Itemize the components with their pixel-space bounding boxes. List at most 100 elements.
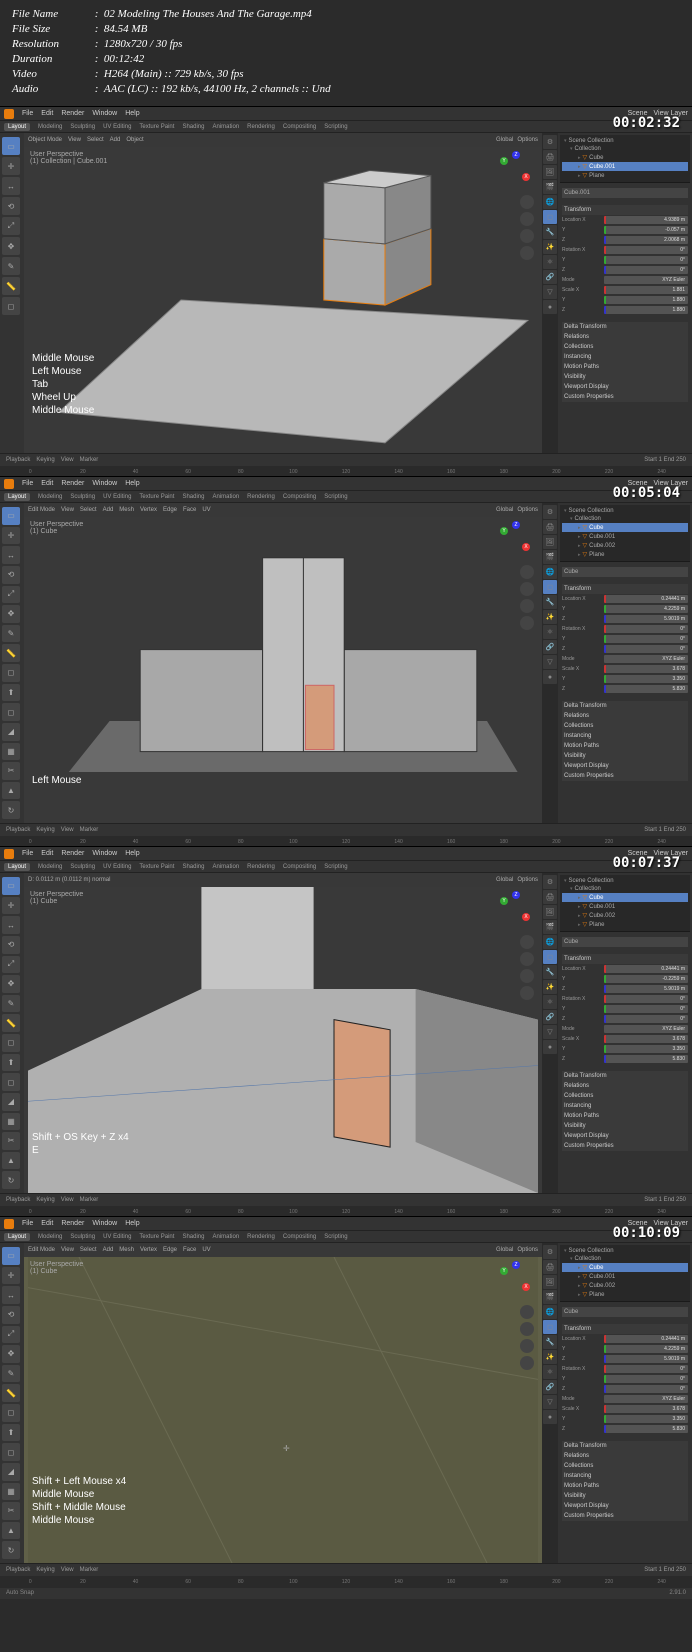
data-tab-icon[interactable]: ▽ bbox=[543, 1025, 557, 1039]
menu-window[interactable]: Window bbox=[92, 110, 117, 117]
workspace-scripting[interactable]: Scripting bbox=[324, 1234, 347, 1240]
workspace-scripting[interactable]: Scripting bbox=[324, 864, 347, 870]
workspace-compositing[interactable]: Compositing bbox=[283, 864, 316, 870]
outliner-item-plane[interactable]: ▸▽Plane bbox=[562, 920, 688, 929]
scale-z-field[interactable]: 1.880 bbox=[604, 306, 688, 314]
section-visibility[interactable]: Visibility bbox=[562, 1121, 688, 1131]
section-custom[interactable]: Custom Properties bbox=[562, 1511, 688, 1521]
vp-uv-menu[interactable]: UV bbox=[202, 507, 210, 513]
viewlayer-tab-icon[interactable]: 🖼 bbox=[543, 1275, 557, 1289]
workspace-uv[interactable]: UV Editing bbox=[103, 494, 131, 500]
scene-tab-icon[interactable]: 🎬 bbox=[543, 550, 557, 564]
object-name-field[interactable]: Cube bbox=[562, 937, 688, 947]
section-relations[interactable]: Relations bbox=[562, 1081, 688, 1091]
workspace-modeling[interactable]: Modeling bbox=[38, 864, 62, 870]
scale-z-field[interactable]: 5.830 bbox=[604, 1425, 688, 1433]
workspace-rendering[interactable]: Rendering bbox=[247, 1234, 275, 1240]
workspace-sculpting[interactable]: Sculpting bbox=[70, 864, 95, 870]
vp-select-menu[interactable]: Select bbox=[80, 507, 97, 513]
section-viewport[interactable]: Viewport Display bbox=[562, 1131, 688, 1141]
tl-keying[interactable]: Keying bbox=[36, 457, 54, 463]
workspace-uv[interactable]: UV Editing bbox=[103, 124, 131, 130]
gizmo-x-icon[interactable]: X bbox=[522, 1283, 530, 1291]
section-instancing[interactable]: Instancing bbox=[562, 1471, 688, 1481]
physics-tab-icon[interactable]: ⚛ bbox=[543, 255, 557, 269]
material-tab-icon[interactable]: ● bbox=[543, 300, 557, 314]
gizmo-x-icon[interactable]: X bbox=[522, 543, 530, 551]
tool-move-icon[interactable]: ↔ bbox=[2, 916, 20, 934]
tool-move-icon[interactable]: ↔ bbox=[2, 546, 20, 564]
object-name-field[interactable]: Cube bbox=[562, 1307, 688, 1317]
loc-y-field[interactable]: -0.2259 m bbox=[604, 975, 688, 983]
output-tab-icon[interactable]: 🖨 bbox=[543, 520, 557, 534]
scale-x-field[interactable]: 3.678 bbox=[604, 1405, 688, 1413]
tl-start-field[interactable]: 1 bbox=[659, 1567, 662, 1573]
modifier-tab-icon[interactable]: 🔧 bbox=[543, 1335, 557, 1349]
rot-z-field[interactable]: 0° bbox=[604, 1385, 688, 1393]
tool-polybuild-icon[interactable]: ▲ bbox=[2, 1522, 20, 1540]
section-delta[interactable]: Delta Transform bbox=[562, 1441, 688, 1451]
section-delta[interactable]: Delta Transform bbox=[562, 1071, 688, 1081]
rot-x-field[interactable]: 0° bbox=[604, 1365, 688, 1373]
options-dropdown[interactable]: Options bbox=[517, 507, 538, 513]
menu-help[interactable]: Help bbox=[125, 480, 139, 487]
nav-gizmo[interactable]: X Y Z bbox=[494, 521, 534, 561]
data-tab-icon[interactable]: ▽ bbox=[543, 1395, 557, 1409]
loc-y-field[interactable]: -0.057 m bbox=[604, 226, 688, 234]
scene-tab-icon[interactable]: 🎬 bbox=[543, 920, 557, 934]
workspace-compositing[interactable]: Compositing bbox=[283, 494, 316, 500]
workspace-layout[interactable]: Layout bbox=[4, 493, 30, 501]
perspective-toggle-icon[interactable] bbox=[520, 246, 534, 260]
vp-select-menu[interactable]: Select bbox=[87, 137, 104, 143]
workspace-modeling[interactable]: Modeling bbox=[38, 494, 62, 500]
menu-edit[interactable]: Edit bbox=[41, 480, 53, 487]
world-tab-icon[interactable]: 🌐 bbox=[543, 565, 557, 579]
section-instancing[interactable]: Instancing bbox=[562, 1101, 688, 1111]
outliner-collection[interactable]: ▾Collection bbox=[562, 885, 688, 893]
world-tab-icon[interactable]: 🌐 bbox=[543, 1305, 557, 1319]
options-dropdown[interactable]: Options bbox=[517, 137, 538, 143]
scene-tab-icon[interactable]: 🎬 bbox=[543, 180, 557, 194]
tl-view[interactable]: View bbox=[61, 827, 74, 833]
workspace-shading[interactable]: Shading bbox=[182, 864, 204, 870]
tl-marker[interactable]: Marker bbox=[80, 827, 99, 833]
tl-keying[interactable]: Keying bbox=[36, 1197, 54, 1203]
outliner-item-cube[interactable]: ▸▽Cube bbox=[562, 523, 688, 532]
workspace-layout[interactable]: Layout bbox=[4, 1233, 30, 1241]
loc-x-field[interactable]: 0.24441 m bbox=[604, 595, 688, 603]
menu-file[interactable]: File bbox=[22, 110, 33, 117]
mode-dropdown[interactable]: Object Mode bbox=[28, 137, 62, 143]
outliner-item-plane[interactable]: ▸▽Plane bbox=[562, 550, 688, 559]
gizmo-z-icon[interactable]: Z bbox=[512, 1261, 520, 1269]
tool-transform-icon[interactable]: ✥ bbox=[2, 975, 20, 993]
workspace-uv[interactable]: UV Editing bbox=[103, 1234, 131, 1240]
gizmo-z-icon[interactable]: Z bbox=[512, 151, 520, 159]
section-motionpaths[interactable]: Motion Paths bbox=[562, 362, 688, 372]
rot-x-field[interactable]: 0° bbox=[604, 995, 688, 1003]
scale-x-field[interactable]: 1.881 bbox=[604, 286, 688, 294]
tl-keying[interactable]: Keying bbox=[36, 1567, 54, 1573]
rot-mode-dropdown[interactable]: XYZ Euler bbox=[604, 276, 688, 284]
object-tab-icon[interactable]: ◻ bbox=[543, 580, 557, 594]
pan-icon[interactable] bbox=[520, 582, 534, 596]
transform-section[interactable]: Transform bbox=[562, 1324, 688, 1334]
tool-knife-icon[interactable]: ✂ bbox=[2, 1502, 20, 1520]
outliner-collection[interactable]: ▾Collection bbox=[562, 145, 688, 153]
world-tab-icon[interactable]: 🌐 bbox=[543, 195, 557, 209]
tool-cursor-icon[interactable]: ✛ bbox=[2, 897, 20, 915]
vp-edge-menu[interactable]: Edge bbox=[163, 507, 177, 513]
section-custom[interactable]: Custom Properties bbox=[562, 392, 688, 402]
tool-polybuild-icon[interactable]: ▲ bbox=[2, 782, 20, 800]
viewport-3d[interactable]: D: 0.0112 m (0.0112 m) normal Global Opt… bbox=[24, 873, 542, 1193]
gizmo-y-icon[interactable]: Y bbox=[500, 527, 508, 535]
tool-annotate-icon[interactable]: ✎ bbox=[2, 995, 20, 1013]
scale-x-field[interactable]: 3.678 bbox=[604, 1035, 688, 1043]
render-tab-icon[interactable]: ⚙ bbox=[543, 505, 557, 519]
camera-view-icon[interactable] bbox=[520, 969, 534, 983]
outliner[interactable]: ▾Scene Collection ▾Collection ▸▽Cube ▸▽C… bbox=[560, 875, 690, 932]
menu-edit[interactable]: Edit bbox=[41, 1220, 53, 1227]
data-tab-icon[interactable]: ▽ bbox=[543, 285, 557, 299]
menu-render[interactable]: Render bbox=[61, 1220, 84, 1227]
rot-x-field[interactable]: 0° bbox=[604, 625, 688, 633]
tl-marker[interactable]: Marker bbox=[80, 457, 99, 463]
